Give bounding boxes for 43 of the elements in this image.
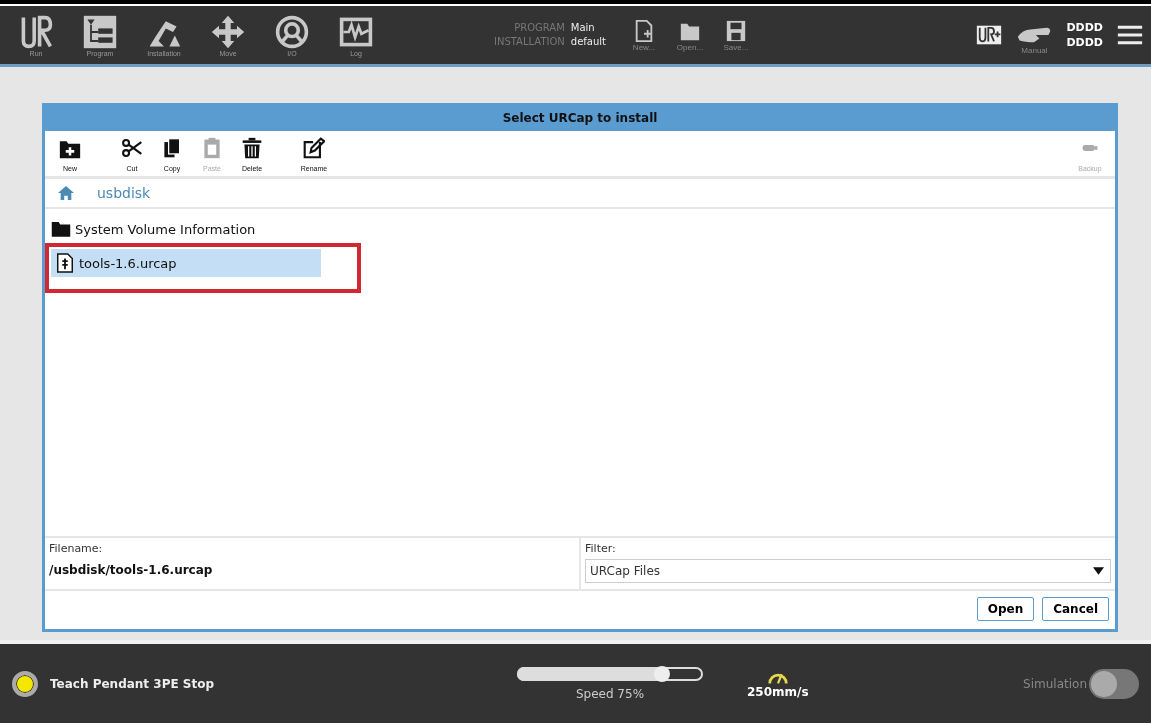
usb-drive-icon	[1082, 143, 1098, 153]
ur-plus-icon[interactable]	[976, 25, 1003, 45]
file-list-item[interactable]: tools-1.6.urcap	[51, 249, 321, 277]
menu-icon[interactable]	[1117, 24, 1143, 46]
pencil-icon	[303, 137, 325, 159]
home-icon[interactable]	[57, 185, 75, 201]
speed-reading: Speed 75%	[575, 686, 645, 701]
simulation-label: Simulation	[1023, 676, 1087, 691]
trash-icon	[241, 137, 263, 159]
path-crumb[interactable]: usbdisk	[97, 185, 151, 201]
new-file-icon	[633, 18, 655, 43]
mode-button[interactable]: Manual	[1016, 23, 1053, 55]
scissors-icon	[121, 137, 143, 159]
installation-label: INSTALLATION	[494, 35, 565, 49]
user-name: DDDD	[1066, 35, 1103, 50]
dialog-title: Select URCap to install	[45, 106, 1115, 131]
filter-label: Filter:	[585, 542, 617, 555]
program-name: Main	[570, 21, 595, 35]
cancel-button[interactable]: Cancel	[1042, 597, 1109, 621]
filename-label: Filename:	[49, 542, 104, 555]
folder-icon	[51, 219, 71, 239]
user-name: DDDD	[1066, 20, 1103, 35]
file-list-item[interactable]: System Volume Information	[47, 215, 317, 243]
save-icon	[725, 18, 747, 43]
io-gauge-icon	[274, 13, 310, 50]
file-icon	[55, 253, 75, 273]
speed-slider[interactable]	[517, 666, 703, 681]
move-arrows-icon	[210, 13, 246, 50]
installation-name: default	[570, 35, 606, 49]
caret-icon	[1093, 567, 1104, 575]
filter-dropdown[interactable]: URCap Files	[585, 559, 1111, 583]
file-action-button[interactable]: New...	[626, 18, 662, 52]
simulation-toggle[interactable]	[1089, 668, 1139, 699]
open-button[interactable]: Open	[976, 597, 1035, 621]
slider-thumb[interactable]	[654, 665, 671, 682]
program-label: PROGRAM	[514, 21, 565, 35]
tcp-speed: 250mm/s	[747, 684, 809, 699]
file-action-button[interactable]: Open...	[672, 18, 708, 52]
program-tree-icon	[82, 13, 118, 50]
status-indicator	[12, 670, 38, 697]
status-text: Teach Pendant 3PE Stop	[50, 676, 214, 691]
clipboard-icon	[201, 137, 223, 159]
file-action-button[interactable]: Save...	[718, 18, 754, 52]
